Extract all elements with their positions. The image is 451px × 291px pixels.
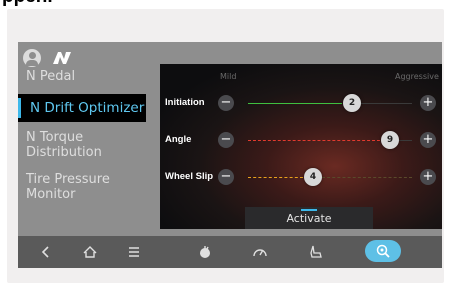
wheel-slip-value: 4 bbox=[309, 172, 317, 182]
plus-icon: + bbox=[422, 95, 434, 110]
sidebar-item-label: N Pedal bbox=[26, 69, 76, 84]
initiation-slider-handle[interactable]: 2 bbox=[343, 94, 361, 112]
angle-track-empty bbox=[398, 140, 412, 141]
infotainment-screen: N Pedal N Drift Optimizer N Torque Distr… bbox=[18, 42, 442, 268]
heading-fragment-text: ppen. bbox=[2, 0, 53, 8]
seat-icon[interactable] bbox=[308, 244, 324, 260]
wheel-slip-label: Wheel Slip bbox=[165, 171, 214, 182]
activate-label: Activate bbox=[286, 212, 332, 225]
profile-avatar-icon[interactable] bbox=[23, 49, 41, 67]
sidebar-item-label: N Torque Distribution bbox=[26, 130, 102, 160]
angle-increase-button[interactable]: + bbox=[420, 132, 436, 148]
sidebar-item-tire-pressure-monitor[interactable]: Tire Pressure Monitor bbox=[26, 172, 136, 202]
menu-icon[interactable] bbox=[126, 244, 142, 260]
initiation-track-filled bbox=[248, 103, 342, 104]
wheel-slip-track-empty bbox=[322, 177, 412, 178]
sidebar-item-n-drift-optimizer[interactable]: N Drift Optimizer bbox=[18, 94, 146, 122]
drift-mode-icon[interactable] bbox=[375, 243, 391, 259]
activate-button[interactable]: Activate bbox=[245, 207, 373, 229]
back-icon[interactable] bbox=[38, 244, 54, 260]
aggressive-label: Aggressive bbox=[395, 72, 439, 81]
n-logo-icon bbox=[53, 52, 71, 64]
initiation-value: 2 bbox=[348, 98, 356, 108]
engine-icon[interactable] bbox=[197, 244, 213, 260]
initiation-track-empty bbox=[360, 103, 412, 104]
gauge-icon[interactable] bbox=[252, 244, 268, 260]
minus-icon: − bbox=[220, 169, 232, 184]
wheel-slip-increase-button[interactable]: + bbox=[420, 169, 436, 185]
initiation-decrease-button[interactable]: − bbox=[218, 95, 234, 111]
sidebar-item-label: Tire Pressure Monitor bbox=[26, 172, 110, 202]
minus-icon: − bbox=[220, 95, 232, 110]
bottom-navigation-bar bbox=[18, 236, 442, 268]
angle-track-filled bbox=[248, 140, 380, 141]
plus-icon: + bbox=[422, 169, 434, 184]
cropped-heading-fragment: ppen. bbox=[0, 0, 451, 8]
minus-icon: − bbox=[220, 132, 232, 147]
active-indicator bbox=[18, 98, 21, 118]
sidebar-item-n-torque-distribution[interactable]: N Torque Distribution bbox=[26, 130, 136, 160]
wheel-slip-decrease-button[interactable]: − bbox=[218, 169, 234, 185]
plus-icon: + bbox=[422, 132, 434, 147]
drift-optimizer-panel: Mild Aggressive Initiation − 2 + Angle −… bbox=[160, 64, 442, 229]
angle-slider-handle[interactable]: 9 bbox=[381, 131, 399, 149]
initiation-increase-button[interactable]: + bbox=[420, 95, 436, 111]
angle-value: 9 bbox=[386, 135, 394, 145]
mild-label: Mild bbox=[220, 72, 237, 81]
wheel-slip-slider-handle[interactable]: 4 bbox=[304, 168, 322, 186]
initiation-label: Initiation bbox=[165, 97, 205, 108]
wheel-slip-track-filled bbox=[248, 177, 303, 178]
home-icon[interactable] bbox=[82, 244, 98, 260]
sidebar-item-n-pedal[interactable]: N Pedal bbox=[26, 69, 75, 84]
angle-decrease-button[interactable]: − bbox=[218, 132, 234, 148]
sidebar-item-label: N Drift Optimizer bbox=[30, 100, 145, 116]
angle-label: Angle bbox=[165, 134, 192, 145]
